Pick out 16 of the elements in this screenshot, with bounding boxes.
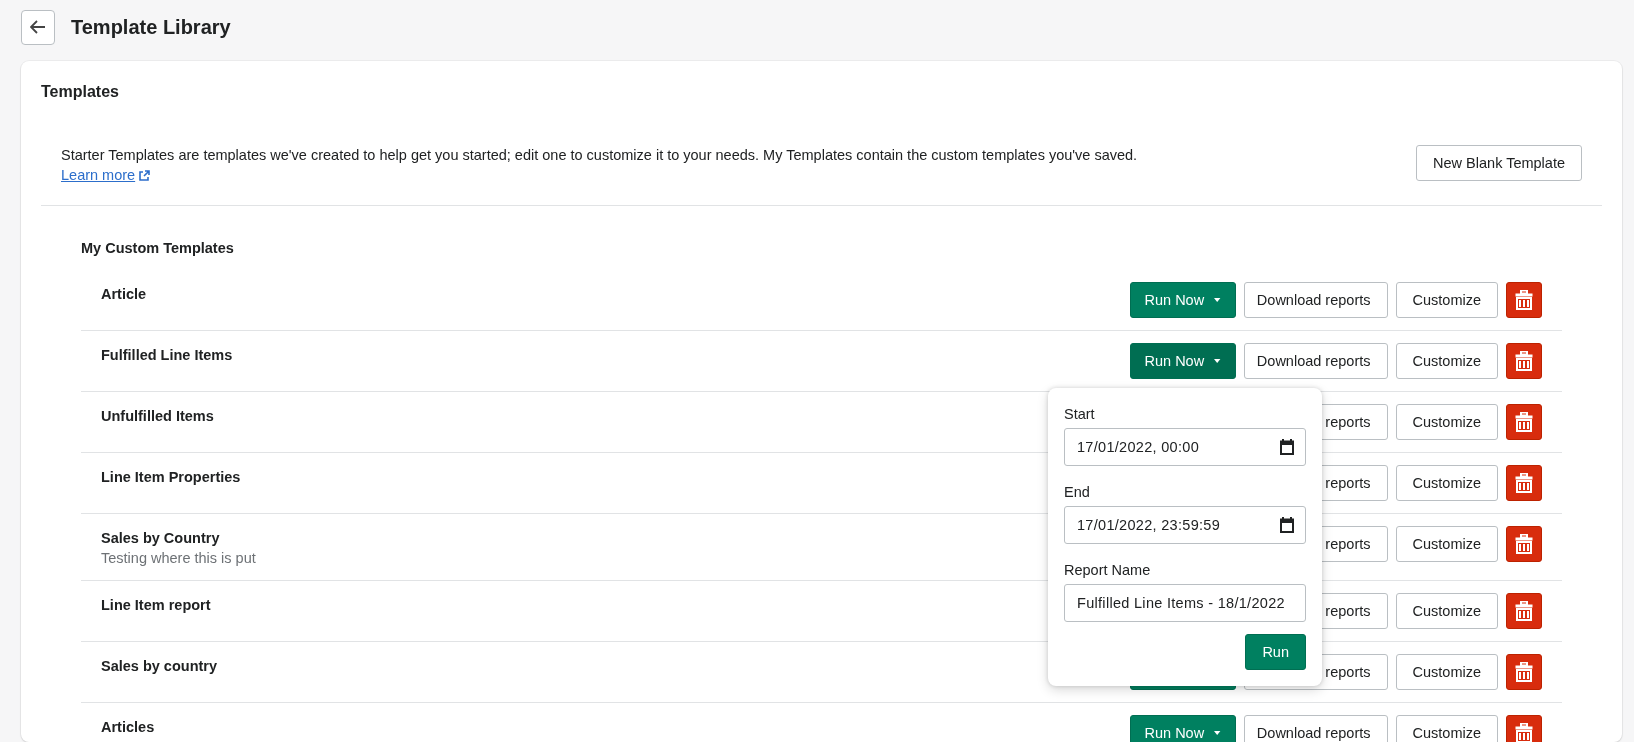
template-name: Sales by country — [101, 657, 218, 676]
template-name: Sales by Country — [101, 529, 220, 548]
template-name: Article — [101, 285, 147, 304]
template-name: Unfulfilled Items — [101, 407, 214, 426]
field-label: Start — [1064, 405, 1096, 424]
template-name: Fulfilled Line Items — [101, 346, 233, 365]
template-description: Testing where this is put — [101, 549, 256, 568]
field-label: End — [1064, 483, 1091, 502]
template-name: Line Item Properties — [101, 468, 241, 487]
description-text: Starter Templates are templates we've created to help get you started; edit one to customize it to your needs. My Templates contain the custom templates you've saved. — [61, 146, 1139, 165]
field-label: Report Name — [1064, 561, 1152, 580]
template-name: Articles — [101, 718, 155, 737]
page-title: Template Library — [71, 15, 231, 39]
card-title: Templates — [41, 82, 120, 102]
section-title: My Custom Templates — [81, 239, 235, 258]
template-name: Line Item report — [101, 596, 211, 615]
